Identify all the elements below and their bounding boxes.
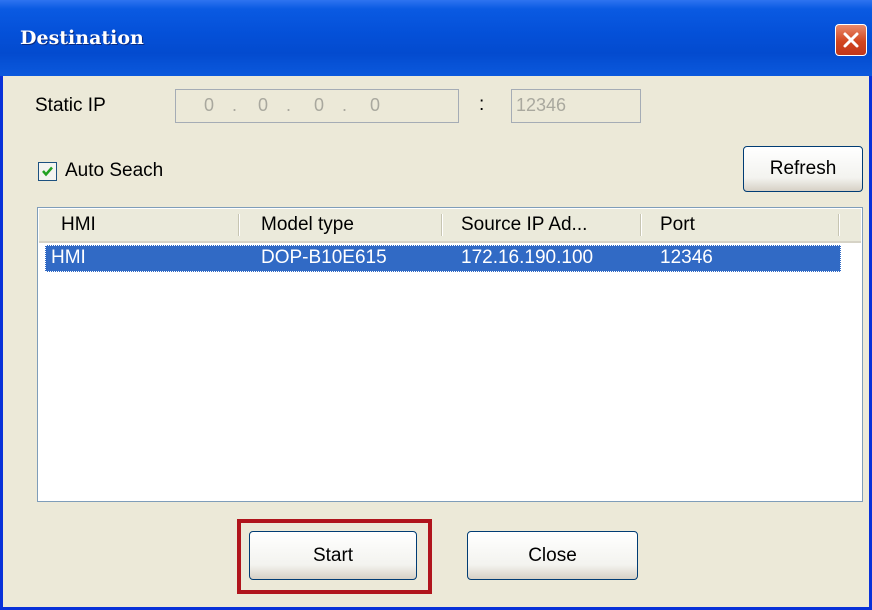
list-header: HMI Model type Source IP Ad... Port [39, 209, 861, 243]
device-list[interactable]: HMI Model type Source IP Ad... Port HMI … [37, 207, 863, 502]
column-header-hmi[interactable]: HMI [61, 209, 96, 241]
ip-octet-3: 0 [313, 95, 324, 115]
static-ip-input[interactable]: 0 . 0 . 0 . 0 [175, 89, 459, 123]
auto-search-checkbox[interactable] [38, 162, 57, 181]
column-header-port[interactable]: Port [660, 209, 695, 241]
column-divider[interactable] [441, 214, 443, 236]
window-title: Destination [20, 27, 144, 49]
ip-dot-3: . [342, 95, 348, 115]
close-x-icon [843, 32, 859, 48]
cell-source-ip: 172.16.190.100 [461, 247, 594, 268]
start-highlight-box [237, 519, 432, 594]
port-input[interactable]: 12346 [511, 89, 641, 123]
title-bar[interactable]: Destination [0, 0, 872, 76]
static-ip-label: Static IP [35, 95, 106, 116]
cell-hmi: HMI [51, 247, 86, 268]
dialog-body: Static IP 0 . 0 . 0 . 0 : 12346 Auto Sea… [3, 76, 869, 607]
cell-port: 12346 [660, 247, 713, 268]
auto-search-label: Auto Seach [65, 160, 164, 181]
table-row[interactable]: HMI DOP-B10E615 172.16.190.100 12346 [45, 245, 841, 272]
column-header-model-type[interactable]: Model type [261, 209, 354, 241]
close-window-button[interactable] [835, 24, 867, 56]
cell-model-type: DOP-B10E615 [261, 247, 387, 268]
refresh-button[interactable]: Refresh [743, 146, 863, 192]
ip-octet-1: 0 [203, 95, 214, 115]
column-divider[interactable] [838, 214, 840, 236]
column-divider[interactable] [640, 214, 642, 236]
close-button[interactable]: Close [467, 531, 638, 580]
port-separator: : [479, 94, 485, 115]
column-header-source-ip[interactable]: Source IP Ad... [461, 209, 587, 241]
ip-dot-2: . [286, 95, 292, 115]
destination-dialog: Destination Static IP 0 . 0 . 0 . 0 : 12… [0, 0, 872, 610]
ip-octet-2: 0 [257, 95, 268, 115]
ip-dot-1: . [232, 95, 238, 115]
ip-octet-4: 0 [369, 95, 380, 115]
checkmark-icon [42, 166, 53, 177]
column-divider[interactable] [238, 214, 240, 236]
